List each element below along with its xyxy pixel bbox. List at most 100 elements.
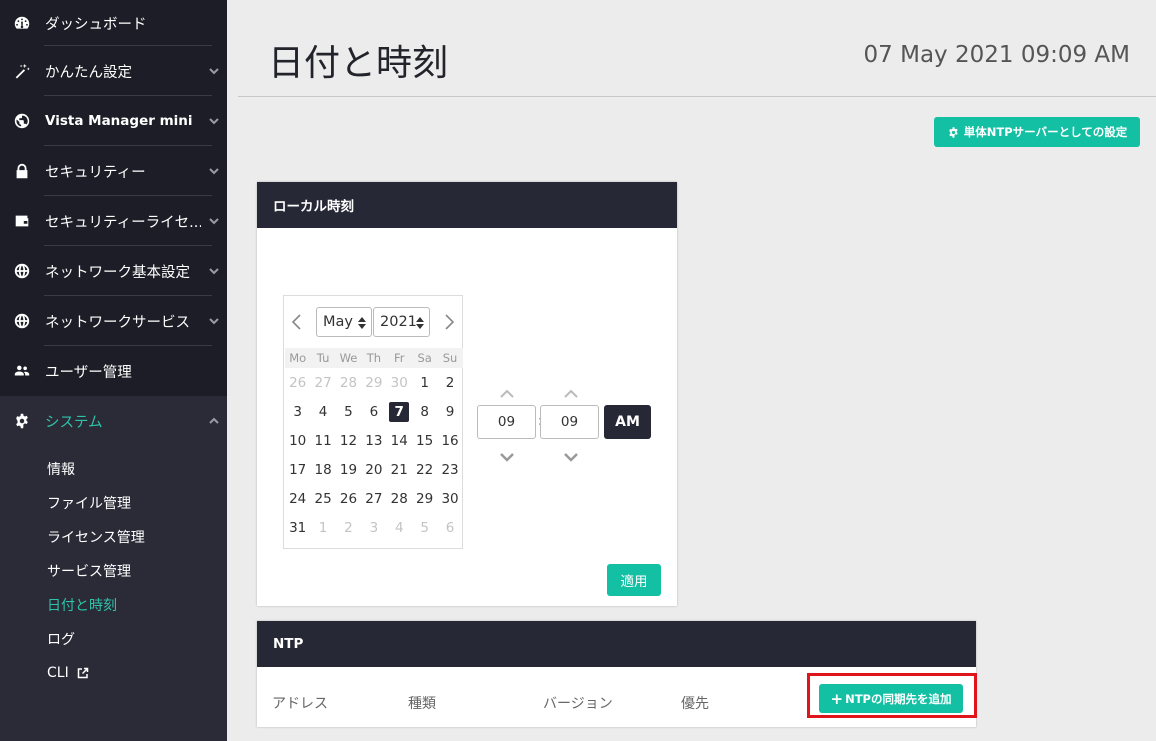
calendar-day[interactable]: 2: [437, 368, 462, 397]
calendar-day[interactable]: 5: [336, 397, 361, 426]
chevron-down-icon: [201, 115, 227, 127]
hour-down-icon[interactable]: [498, 448, 516, 462]
calendar-day[interactable]: 28: [336, 368, 361, 397]
submenu-item-file-management[interactable]: ファイル管理: [0, 486, 227, 520]
submenu-item-info[interactable]: 情報: [0, 452, 227, 486]
submenu-item-date-time[interactable]: 日付と時刻: [0, 588, 227, 622]
calendar-day[interactable]: 17: [285, 455, 310, 484]
calendar-day[interactable]: 22: [412, 455, 437, 484]
system-submenu: 情報 ファイル管理 ライセンス管理 サービス管理 日付と時刻 ログ CLI: [0, 446, 227, 741]
calendar-day[interactable]: 13: [361, 426, 386, 455]
calendar-day[interactable]: 19: [336, 455, 361, 484]
ampm-toggle[interactable]: AM: [604, 405, 651, 439]
header-divider: [238, 96, 1156, 97]
chevron-down-icon: [201, 165, 227, 177]
sidebar-item-security[interactable]: セキュリティー: [0, 146, 227, 196]
calendar-day[interactable]: 27: [310, 368, 335, 397]
calendar-day[interactable]: 29: [412, 484, 437, 513]
calendar-day[interactable]: 12: [336, 426, 361, 455]
calendar-day-number: 2: [445, 374, 455, 391]
calendar-day[interactable]: 2: [336, 513, 361, 542]
weekday-label: Tu: [310, 348, 336, 368]
calendar-day-number: 29: [365, 374, 383, 391]
calendar-day-number: 28: [339, 374, 358, 391]
submenu-item-service-management[interactable]: サービス管理: [0, 554, 227, 588]
calendar-day[interactable]: 20: [361, 455, 386, 484]
calendar-day[interactable]: 31: [285, 513, 310, 542]
sidebar-item-security-license[interactable]: セキュリティーライセ...: [0, 196, 227, 246]
sidebar-item-vista-manager[interactable]: Vista Manager mini: [0, 96, 227, 146]
calendar-day[interactable]: 7: [387, 397, 412, 426]
ntp-server-settings-button[interactable]: 単体NTPサーバーとしての設定: [934, 117, 1140, 147]
month-value: May: [323, 314, 353, 330]
chevron-left-icon[interactable]: [290, 312, 304, 332]
calendar-day[interactable]: 18: [310, 455, 335, 484]
submenu-item-log[interactable]: ログ: [0, 622, 227, 656]
sidebar-item-label: ユーザー管理: [45, 364, 132, 381]
calendar-day[interactable]: 16: [437, 426, 462, 455]
calendar-day[interactable]: 4: [387, 513, 412, 542]
minute-input[interactable]: 09: [540, 405, 599, 439]
minute-up-icon[interactable]: [562, 385, 580, 398]
calendar-day[interactable]: 26: [285, 368, 310, 397]
external-link-icon: [77, 667, 89, 679]
calendar-day[interactable]: 11: [310, 426, 335, 455]
calendar-day[interactable]: 21: [387, 455, 412, 484]
calendar-day[interactable]: 8: [412, 397, 437, 426]
sidebar-item-system[interactable]: システム: [0, 396, 227, 446]
sidebar-item-network-basic[interactable]: ネットワーク基本設定: [0, 246, 227, 296]
calendar-day[interactable]: 1: [412, 368, 437, 397]
minute-down-icon[interactable]: [562, 448, 580, 462]
hour-up-icon[interactable]: [498, 385, 516, 398]
calendar-day[interactable]: 4: [310, 397, 335, 426]
calendar-day[interactable]: 15: [412, 426, 437, 455]
sidebar-item-network-services[interactable]: ネットワークサービス: [0, 296, 227, 346]
calendar-day[interactable]: 3: [361, 513, 386, 542]
sidebar: ダッシュボード かんたん設定 Vista Manager mini セキュリティ…: [0, 0, 227, 741]
submenu-item-cli[interactable]: CLI: [0, 656, 227, 690]
calendar-day[interactable]: 5: [412, 513, 437, 542]
calendar-day-number: 7: [389, 401, 410, 422]
sort-arrows-icon: [358, 317, 366, 329]
calendar-day-number: 10: [289, 432, 307, 449]
gear-icon: [949, 126, 958, 138]
globe-icon: [12, 111, 32, 131]
weekday-label: Su: [437, 348, 463, 368]
calendar-day[interactable]: 30: [387, 368, 412, 397]
calendar-day[interactable]: 10: [285, 426, 310, 455]
hour-input[interactable]: 09: [477, 405, 536, 439]
calendar-day[interactable]: 1: [310, 513, 335, 542]
weekday-label: We: [335, 348, 362, 368]
column-header-address: アドレス: [272, 696, 328, 712]
apply-button[interactable]: 適用: [607, 564, 661, 596]
calendar-day[interactable]: 14: [387, 426, 412, 455]
calendar-day-number: 21: [390, 461, 408, 478]
sidebar-item-user-management[interactable]: ユーザー管理: [0, 346, 227, 396]
calendar-day-number: 26: [289, 374, 307, 391]
month-select[interactable]: May: [316, 307, 372, 337]
calendar-day-number: 11: [314, 432, 332, 449]
sidebar-item-dashboard[interactable]: ダッシュボード: [0, 0, 227, 46]
calendar-day[interactable]: 29: [361, 368, 386, 397]
calendar-day-number: 28: [390, 490, 408, 507]
calendar-day[interactable]: 3: [285, 397, 310, 426]
calendar-day-number: 4: [318, 403, 328, 420]
year-select[interactable]: 2021: [373, 307, 430, 337]
calendar-day[interactable]: 26: [336, 484, 361, 513]
calendar-day[interactable]: 9: [437, 397, 462, 426]
calendar-day[interactable]: 6: [361, 397, 386, 426]
calendar-day[interactable]: 28: [387, 484, 412, 513]
add-ntp-server-button[interactable]: + NTPの同期先を追加: [819, 684, 963, 713]
chevron-right-icon[interactable]: [442, 312, 456, 332]
calendar-day[interactable]: 27: [361, 484, 386, 513]
calendar-day[interactable]: 6: [437, 513, 462, 542]
calendar-day-number: 24: [289, 490, 307, 507]
calendar-day[interactable]: 25: [310, 484, 335, 513]
submenu-item-license-management[interactable]: ライセンス管理: [0, 520, 227, 554]
calendar-day[interactable]: 30: [437, 484, 462, 513]
sidebar-item-easy-setup[interactable]: かんたん設定: [0, 46, 227, 96]
column-header-version: バージョン: [543, 696, 613, 712]
panel-title: ローカル時刻: [257, 182, 677, 228]
calendar-day[interactable]: 23: [437, 455, 462, 484]
calendar-day[interactable]: 24: [285, 484, 310, 513]
